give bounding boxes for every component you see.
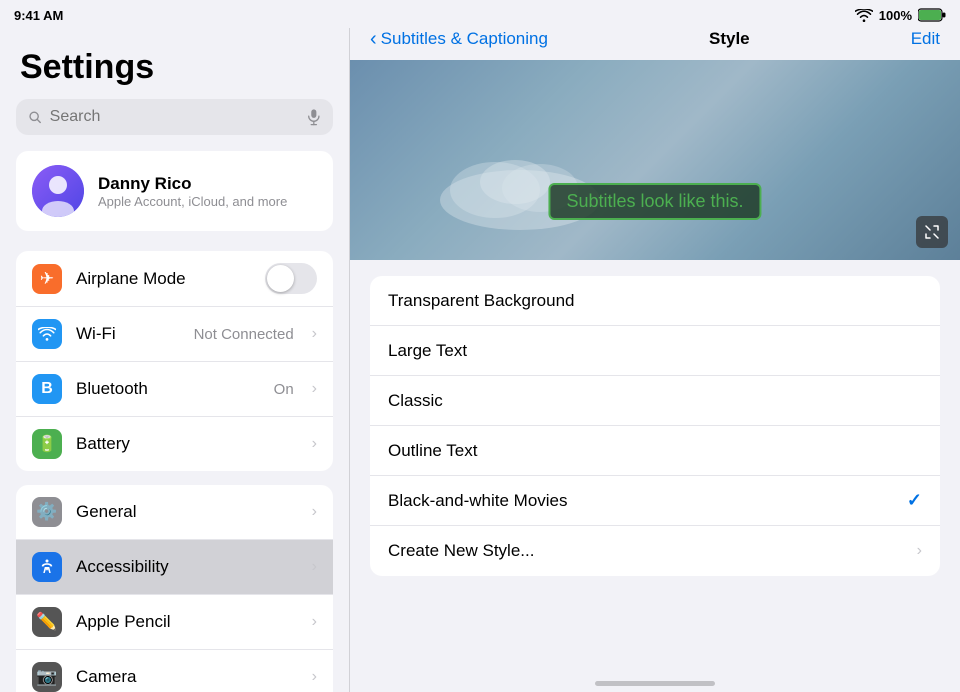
- settings-group-2: ⚙️ General › Accessibility › ✏️ Apple Pe…: [16, 485, 333, 692]
- page-title: Style: [709, 29, 750, 49]
- status-time: 9:41 AM: [14, 8, 63, 23]
- style-bw-movies-label: Black-and-white Movies: [388, 491, 907, 511]
- bluetooth-icon: B: [32, 374, 62, 404]
- style-large-text-label: Large Text: [388, 341, 922, 361]
- wifi-label: Wi-Fi: [76, 324, 180, 344]
- style-item-large-text[interactable]: Large Text: [370, 326, 940, 376]
- wifi-icon: [32, 319, 62, 349]
- home-indicator: [350, 668, 960, 692]
- style-outline-text-label: Outline Text: [388, 441, 922, 461]
- style-item-classic[interactable]: Classic: [370, 376, 940, 426]
- profile-name: Danny Rico: [98, 174, 287, 194]
- app-layout: 9:41 AM Settings: [0, 0, 960, 692]
- applepencil-label: Apple Pencil: [76, 612, 298, 632]
- battery-icon: 🔋: [32, 429, 62, 459]
- right-panel: 9:41 100% ‹ Subtitles & Ca: [350, 0, 960, 692]
- camera-icon: 📷: [32, 662, 62, 692]
- create-style-chevron: ›: [917, 542, 922, 560]
- expand-button[interactable]: [916, 216, 948, 248]
- style-transparent-bg-label: Transparent Background: [388, 291, 922, 311]
- bluetooth-chevron: ›: [312, 380, 317, 398]
- sidebar-item-accessibility[interactable]: Accessibility ›: [16, 540, 333, 595]
- back-label: Subtitles & Captioning: [381, 29, 548, 49]
- style-item-transparent-bg[interactable]: Transparent Background: [370, 276, 940, 326]
- status-bar: 9:41 AM: [0, 0, 350, 28]
- bluetooth-label: Bluetooth: [76, 379, 260, 399]
- sidebar-item-general[interactable]: ⚙️ General ›: [16, 485, 333, 540]
- sidebar-item-wifi[interactable]: Wi-Fi Not Connected ›: [16, 307, 333, 362]
- profile-info: Danny Rico Apple Account, iCloud, and mo…: [98, 174, 287, 209]
- search-input[interactable]: [50, 108, 300, 126]
- settings-group-1: ✈ Airplane Mode Wi-Fi Not Connected ›: [16, 251, 333, 471]
- back-arrow-icon: ‹: [370, 28, 377, 51]
- camera-chevron: ›: [312, 668, 317, 686]
- general-icon: ⚙️: [32, 497, 62, 527]
- preview-area: Subtitles look like this.: [350, 60, 960, 260]
- airplane-icon: ✈: [32, 264, 62, 294]
- sidebar-item-battery[interactable]: 🔋 Battery ›: [16, 417, 333, 471]
- accessibility-chevron: ›: [312, 558, 317, 576]
- settings-title: Settings: [0, 28, 349, 99]
- style-list: Transparent Background Large Text Classi…: [350, 260, 960, 668]
- avatar: [32, 165, 84, 217]
- style-item-create-style[interactable]: Create New Style... ›: [370, 526, 940, 576]
- camera-label: Camera: [76, 667, 298, 687]
- back-button[interactable]: ‹ Subtitles & Captioning: [370, 28, 548, 51]
- airplane-toggle[interactable]: [265, 263, 317, 294]
- accessibility-label: Accessibility: [76, 557, 298, 577]
- applepencil-icon: ✏️: [32, 607, 62, 637]
- battery-chevron: ›: [312, 435, 317, 453]
- sidebar-item-airplane[interactable]: ✈ Airplane Mode: [16, 251, 333, 307]
- battery-percent: 100%: [879, 8, 912, 23]
- edit-button[interactable]: Edit: [911, 29, 940, 49]
- wifi-chevron: ›: [312, 325, 317, 343]
- profile-row[interactable]: Danny Rico Apple Account, iCloud, and mo…: [16, 151, 333, 231]
- wifi-value: Not Connected: [194, 326, 294, 343]
- general-label: General: [76, 502, 298, 522]
- search-icon: [28, 109, 42, 125]
- sidebar-item-camera[interactable]: 📷 Camera ›: [16, 650, 333, 692]
- style-item-outline-text[interactable]: Outline Text: [370, 426, 940, 476]
- style-classic-label: Classic: [388, 391, 922, 411]
- style-item-bw-movies[interactable]: Black-and-white Movies ✓: [370, 476, 940, 526]
- search-bar[interactable]: [16, 99, 333, 135]
- accessibility-icon: [32, 552, 62, 582]
- airplane-label: Airplane Mode: [76, 269, 251, 289]
- wifi-status-icon: [855, 9, 873, 22]
- style-group: Transparent Background Large Text Classi…: [370, 276, 940, 576]
- battery-status-icon: [918, 8, 946, 22]
- style-check-icon: ✓: [907, 490, 922, 511]
- general-chevron: ›: [312, 503, 317, 521]
- status-right: 100%: [855, 8, 946, 23]
- sidebar-item-bluetooth[interactable]: B Bluetooth On ›: [16, 362, 333, 417]
- sidebar-item-applepencil[interactable]: ✏️ Apple Pencil ›: [16, 595, 333, 650]
- microphone-icon[interactable]: [307, 107, 321, 127]
- style-create-label: Create New Style...: [388, 541, 917, 561]
- status-bar-right: 9:41 100%: [350, 0, 960, 28]
- battery-label: Battery: [76, 434, 298, 454]
- bluetooth-value: On: [274, 381, 294, 398]
- subtitle-preview: Subtitles look like this.: [548, 183, 761, 220]
- profile-subtitle: Apple Account, iCloud, and more: [98, 194, 287, 209]
- applepencil-chevron: ›: [312, 613, 317, 631]
- home-bar: [595, 681, 715, 686]
- sidebar: 9:41 AM Settings: [0, 0, 350, 692]
